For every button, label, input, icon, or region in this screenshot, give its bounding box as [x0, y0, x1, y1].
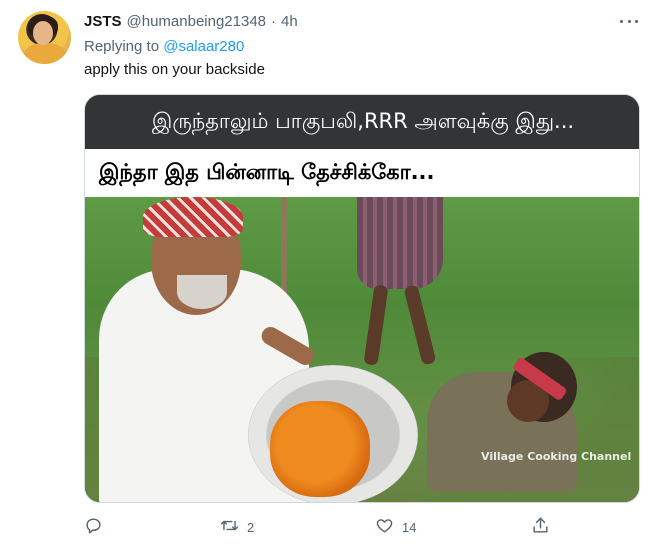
retweet-button[interactable]: 2 — [220, 515, 254, 539]
reply-icon — [84, 516, 103, 538]
meme-top-caption: இருந்தாலும் பாகுபலி,RRR அளவுக்கு இது... — [85, 95, 639, 149]
replying-to: Replying to @salaar280 — [84, 38, 244, 55]
separator-dot: · — [271, 12, 277, 30]
meme-photo: Village Cooking Channel — [85, 197, 639, 502]
timestamp[interactable]: 4h — [281, 13, 298, 30]
tweet-text: apply this on your backside — [84, 61, 265, 78]
photo-plate-with-food — [248, 365, 418, 502]
user-handle[interactable]: @humanbeing21348 — [127, 13, 267, 30]
replying-to-mention[interactable]: @salaar280 — [163, 38, 244, 55]
replying-prefix: Replying to — [84, 38, 160, 55]
tweet[interactable]: JSTS @humanbeing21348 · 4h Replying to @… — [0, 0, 654, 547]
avatar[interactable] — [18, 11, 71, 64]
share-icon — [531, 516, 550, 538]
retweet-count: 2 — [247, 519, 255, 535]
meme-bottom-caption: இந்தா இத பின்னாடி தேச்சிக்கோ... — [85, 149, 639, 197]
tweet-actions: 2 14 — [84, 515, 554, 539]
photo-crouching-person — [421, 352, 621, 502]
like-button[interactable]: 14 — [375, 515, 416, 539]
heart-icon — [375, 516, 394, 538]
reply-button[interactable] — [84, 515, 103, 539]
avatar-face — [33, 21, 53, 45]
display-name[interactable]: JSTS — [84, 13, 122, 30]
retweet-icon — [220, 516, 239, 538]
tweet-media-image[interactable]: இருந்தாலும் பாகுபலி,RRR அளவுக்கு இது... … — [84, 94, 640, 503]
tweet-header: JSTS @humanbeing21348 · 4h — [84, 11, 298, 31]
avatar-body — [23, 43, 67, 64]
photo-watermark: Village Cooking Channel — [481, 450, 632, 463]
photo-standing-person — [355, 197, 445, 367]
like-count: 14 — [402, 519, 417, 535]
share-button[interactable] — [531, 515, 550, 539]
more-options-icon[interactable] — [618, 13, 640, 29]
